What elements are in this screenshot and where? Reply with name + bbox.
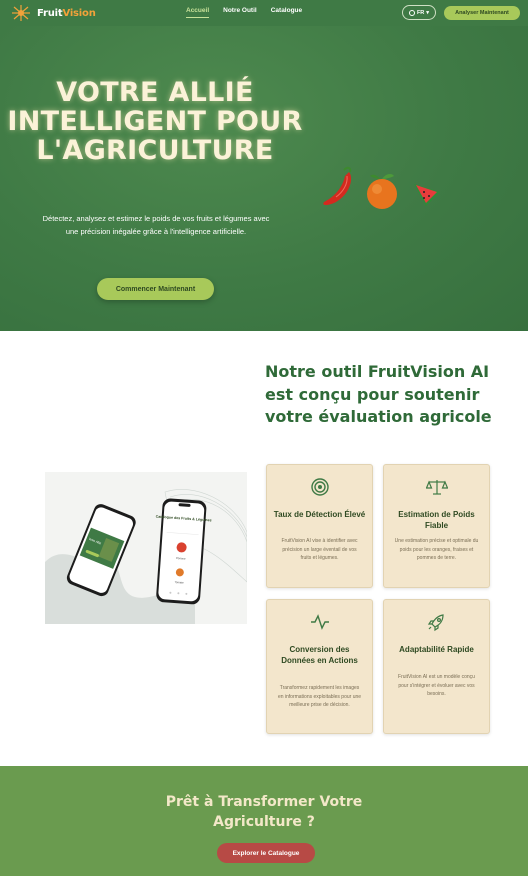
- feature-card-title: Estimation de Poids Fiable: [398, 510, 475, 530]
- phone-mockup-image: Votre Allié Catalogue des Fruits & Légum…: [45, 472, 248, 624]
- brand-logo[interactable]: FruitVision: [10, 4, 96, 22]
- feature-card-conversion: Conversion des Données en Actions Transf…: [266, 599, 373, 734]
- chevron-down-icon: ▾: [426, 9, 430, 16]
- fruits-illustration: [323, 166, 440, 209]
- feature-card-title: Adaptabilité Rapide: [399, 645, 474, 654]
- features-title: Notre outil FruitVision AI est conçu pou…: [265, 362, 492, 426]
- sun-logo-icon: [12, 5, 30, 21]
- hero-section: VOTRE ALLIÉ INTELLIGENT POUR L'AGRICULTU…: [0, 26, 528, 331]
- hero-subtitle: Détectez, analysez et estimez le poids d…: [42, 214, 270, 236]
- feature-card-description: Transformez rapidement les images en inf…: [277, 685, 362, 708]
- start-now-button[interactable]: Commencer Maintenant: [97, 278, 214, 300]
- feature-card-description: Une estimation précise et optimale du po…: [394, 538, 479, 561]
- analyze-now-button[interactable]: Analyser Maintenant: [444, 6, 520, 20]
- language-label: FR: [416, 9, 425, 16]
- language-selector[interactable]: FR ▾: [402, 5, 436, 20]
- cta-title: Prêt à Transformer Votre Agriculture ?: [165, 794, 363, 830]
- watermelon-icon: [414, 184, 440, 206]
- feature-card-adaptability: Adaptabilité Rapide FruitVision AI est u…: [383, 599, 490, 734]
- feature-card-description: FruitVision AI est un modèle conçu pour …: [398, 674, 475, 697]
- globe-icon: [408, 9, 415, 16]
- feature-card-title: Conversion des Données en Actions: [281, 645, 358, 665]
- nav-link-outil[interactable]: Notre Outil: [223, 7, 257, 14]
- rocket-icon: [427, 614, 444, 632]
- phone-screen-item-1: Pomme: [176, 556, 186, 561]
- explore-catalogue-button[interactable]: Explorer le Catalogue: [217, 843, 315, 863]
- feature-card-weight: Estimation de Poids Fiable Une estimatio…: [383, 464, 490, 588]
- phone-mockup-illustration: Votre Allié Catalogue des Fruits & Légum…: [45, 489, 248, 624]
- feature-card-title: Taux de Détection Élevé: [273, 510, 366, 519]
- scale-icon: [426, 480, 448, 495]
- feature-card-detection: Taux de Détection Élevé FruitVision AI v…: [266, 464, 373, 588]
- cta-section: Prêt à Transformer Votre Agriculture ? Ex…: [0, 766, 528, 876]
- feature-card-description: FruitVision AI vise à identifier avec pr…: [281, 538, 358, 561]
- hero-title: VOTRE ALLIÉ INTELLIGENT POUR L'AGRICULTU…: [7, 77, 303, 166]
- brand-name: FruitVision: [37, 7, 96, 19]
- nav-link-catalogue[interactable]: Catalogue: [271, 7, 302, 14]
- target-icon: [311, 478, 329, 496]
- phone-screen-item-2: Tomate: [174, 580, 184, 585]
- nav-links: Accueil Notre Outil Catalogue: [186, 7, 302, 18]
- top-navbar: FruitVision Accueil Notre Outil Catalogu…: [0, 0, 528, 26]
- chili-pepper-icon: [323, 166, 352, 205]
- activity-icon: [311, 614, 329, 630]
- orange-icon: [367, 174, 397, 209]
- nav-link-accueil[interactable]: Accueil: [186, 7, 210, 18]
